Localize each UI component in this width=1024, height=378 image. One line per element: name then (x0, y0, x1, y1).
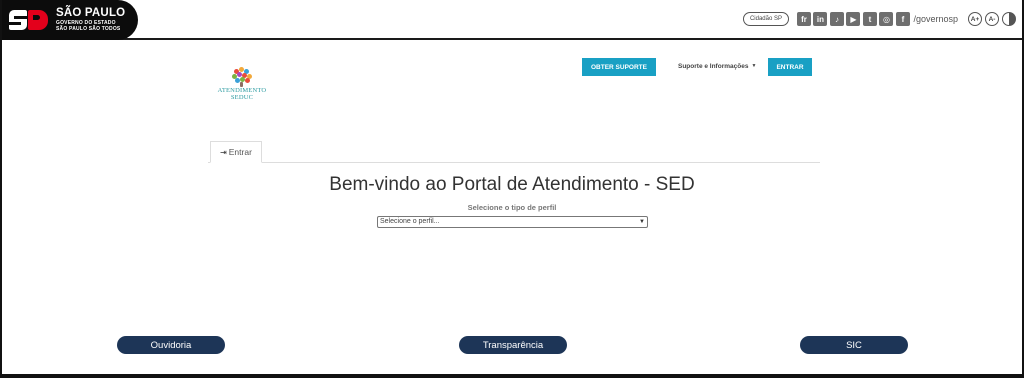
chevron-down-icon: ▼ (639, 219, 645, 225)
transparencia-button[interactable]: Transparência (459, 336, 567, 354)
facebook-icon[interactable]: f (895, 12, 910, 26)
twitter-icon[interactable]: t (862, 12, 877, 26)
gov-logo-title: SÃO PAULO (56, 6, 126, 19)
sao-paulo-government-logo[interactable]: SÃO PAULO GOVERNO DO ESTADO SÃO PAULO SÃ… (0, 0, 138, 40)
tab-bar-line (208, 162, 820, 163)
support-info-label: Suporte e Informações (678, 63, 749, 70)
atendimento-seduc-logo[interactable]: ATENDIMENTO SEDUC (216, 67, 268, 105)
tab-entrar-label: Entrar (228, 147, 252, 157)
tiktok-icon[interactable]: ♪ (829, 12, 844, 26)
tree-logo-icon (230, 67, 254, 87)
brand-name-line2: SEDUC (230, 94, 254, 101)
brand-name-line1: ATENDIMENTO (217, 87, 267, 94)
caret-down-icon: ▼ (751, 63, 757, 70)
sign-in-icon: ⇥ (220, 147, 227, 157)
ouvidoria-button[interactable]: Ouvidoria (117, 336, 225, 354)
login-button[interactable]: ENTRAR (768, 58, 812, 76)
tab-entrar[interactable]: ⇥ Entrar (210, 141, 262, 163)
linkedin-icon[interactable]: in (813, 12, 828, 26)
cidadao-sp-link[interactable]: Cidadão SP (742, 12, 789, 26)
social-handle[interactable]: /governosp (913, 14, 958, 24)
decrease-font-icon[interactable]: A- (985, 12, 999, 26)
profile-type-label: Selecione o tipo de perfil (467, 203, 557, 212)
gov-logo-subtitle-2: SÃO PAULO SÃO TODOS (56, 26, 121, 33)
sic-button[interactable]: SIC (800, 336, 908, 354)
government-top-bar: SÃO PAULO GOVERNO DO ESTADO SÃO PAULO SÃ… (0, 0, 1024, 40)
contrast-icon[interactable] (1002, 12, 1016, 26)
gov-bar-links: Cidadão SP fr in ♪ ▶ t ◎ f /governosp A+… (742, 10, 1016, 28)
youtube-icon[interactable]: ▶ (846, 12, 861, 26)
support-info-dropdown[interactable]: Suporte e Informações ▼ (678, 63, 756, 70)
get-support-button[interactable]: OBTER SUPORTE (582, 58, 656, 76)
flickr-icon[interactable]: fr (796, 12, 811, 26)
instagram-icon[interactable]: ◎ (879, 12, 894, 26)
increase-font-icon[interactable]: A+ (968, 12, 982, 26)
page-title: Bem-vindo ao Portal de Atendimento - SED (329, 174, 695, 195)
bottom-border (0, 374, 1024, 378)
profile-select[interactable]: Selecione o perfil... ▼ (377, 216, 648, 228)
sp-logo-icon (9, 10, 49, 30)
profile-select-value: Selecione o perfil... (380, 218, 440, 225)
